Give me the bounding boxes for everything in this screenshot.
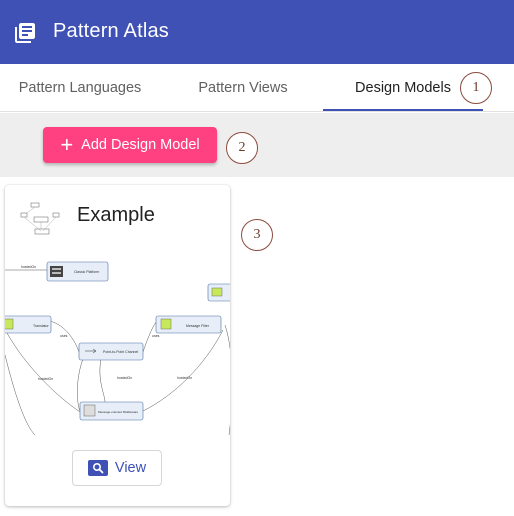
plus-icon: +	[60, 132, 74, 157]
add-design-model-label: Add Design Model	[81, 137, 200, 153]
design-model-thumbnail	[20, 202, 60, 235]
edge-label: uses	[60, 334, 68, 338]
annotation-marker-3: 3	[241, 219, 273, 251]
app-title: Pattern Atlas	[53, 20, 169, 42]
search-icon	[87, 460, 108, 476]
annotation-marker-2: 2	[226, 132, 258, 164]
tab-bar: Pattern Languages Pattern Views Design M…	[0, 64, 514, 112]
diagram-node-point-to-point-channel: Point-to-Point Channel	[103, 350, 138, 354]
design-model-title: Example	[77, 204, 155, 226]
view-button-label: View	[114, 460, 147, 476]
active-tab-indicator	[323, 109, 483, 111]
diagram-node-classic-platform: Classic Platform	[74, 270, 99, 274]
diagram-node-message-oriented-middleware: Message-oriented Middleware	[98, 410, 139, 414]
edge-label: hostedOn	[21, 265, 36, 269]
tab-design-models[interactable]: Design Models	[323, 64, 483, 112]
edge-label: hostedOn	[117, 376, 132, 380]
diagram-node-translator: Translator	[33, 324, 49, 328]
view-button[interactable]: View	[72, 450, 162, 486]
app-bar: Pattern Atlas	[0, 0, 514, 64]
edge-label: hostedOn	[38, 377, 53, 381]
design-model-card: Example hostedOn uses uses hostedOn host…	[5, 185, 230, 506]
diagram-node-message-filter: Message Filter	[186, 324, 210, 328]
tab-pattern-views[interactable]: Pattern Views	[163, 64, 323, 112]
tab-pattern-languages[interactable]: Pattern Languages	[0, 64, 160, 112]
edge-label: hostedOn	[177, 376, 192, 380]
library-books-icon	[15, 23, 35, 43]
design-model-diagram: hostedOn uses uses hostedOn hostedOn hos…	[5, 261, 230, 435]
annotation-marker-1: 1	[460, 72, 492, 104]
add-design-model-button[interactable]: + Add Design Model	[43, 127, 217, 163]
edge-label: uses	[152, 334, 160, 338]
